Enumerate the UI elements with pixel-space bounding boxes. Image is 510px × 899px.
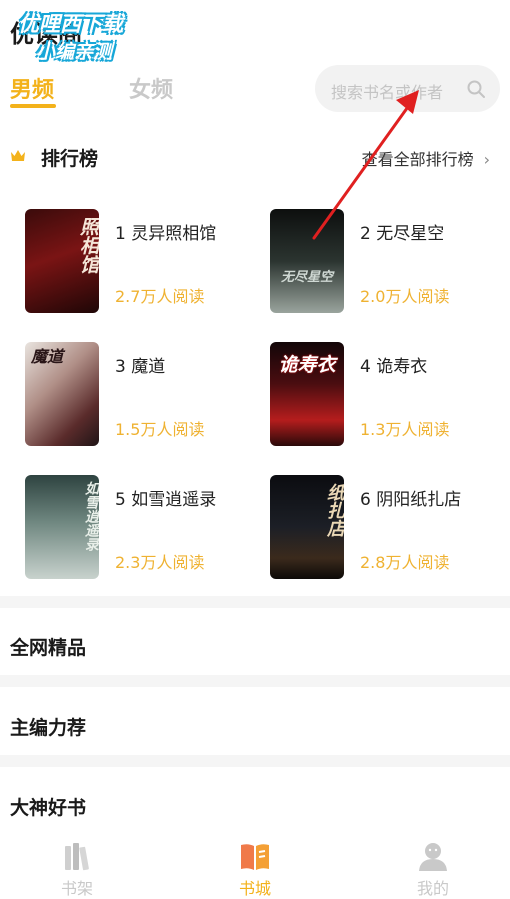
book-name[interactable]: 4 诡寿衣: [360, 352, 427, 377]
book-cover-title: 魔道: [31, 347, 64, 366]
watermark: 优哩西下载 小编亲测: [18, 8, 158, 64]
ranking-header: 排行榜 查看全部排行榜 ›: [10, 140, 490, 176]
book-cover[interactable]: 照相馆: [25, 209, 99, 313]
watermark-line-2: 小编亲测: [36, 41, 113, 63]
section-title-top-authors[interactable]: 大神好书: [10, 793, 86, 820]
book-item[interactable]: 照相馆 1 灵异照相馆 2.7万人阅读: [25, 209, 265, 319]
chevron-right-icon: ›: [483, 150, 490, 169]
book-cover-title: 如雪逍遥录: [83, 481, 99, 551]
book-reads: 2.3万人阅读: [115, 553, 205, 572]
ranking-title: 排行榜: [41, 148, 99, 170]
tab-male[interactable]: 男频: [10, 72, 54, 104]
bookstore-icon: [241, 844, 269, 870]
nav-bookstore[interactable]: 书城: [215, 840, 295, 899]
book-name[interactable]: 2 无尽星空: [360, 219, 444, 244]
book-reads: 2.7万人阅读: [115, 287, 205, 306]
book-name[interactable]: 6 阴阳纸扎店: [360, 485, 461, 510]
view-all-label: 查看全部排行榜: [361, 150, 474, 169]
book-reads: 1.5万人阅读: [115, 420, 205, 439]
book-cover[interactable]: 魔道: [25, 342, 99, 446]
section-divider: [0, 596, 510, 608]
book-cover[interactable]: 诡寿衣: [270, 342, 344, 446]
book-reads: 1.3万人阅读: [360, 420, 450, 439]
profile-icon: [419, 843, 447, 871]
view-all-rankings-link[interactable]: 查看全部排行榜 ›: [362, 146, 490, 170]
search-input[interactable]: 搜索书名或作者: [315, 65, 500, 112]
book-cover[interactable]: 无尽星空: [270, 209, 344, 313]
tab-active-indicator: [10, 104, 56, 108]
tab-female[interactable]: 女频: [129, 72, 173, 104]
section-divider: [0, 755, 510, 767]
book-cover-title: 无尽星空: [280, 270, 333, 285]
search-icon[interactable]: [466, 79, 486, 99]
nav-bookshelf-label: 书架: [60, 879, 93, 898]
section-divider: [0, 675, 510, 687]
book-cover-title: 纸扎店: [324, 483, 344, 537]
nav-bookstore-label: 书城: [238, 879, 271, 898]
book-item[interactable]: 无尽星空 2 无尽星空 2.0万人阅读: [270, 209, 510, 319]
book-name[interactable]: 1 灵异照相馆: [115, 219, 216, 244]
book-reads: 2.8万人阅读: [360, 553, 450, 572]
book-item[interactable]: 如雪逍遥录 5 如雪逍遥录 2.3万人阅读: [25, 475, 265, 585]
nav-bookshelf[interactable]: 书架: [37, 840, 117, 899]
crown-icon: [11, 150, 25, 161]
search-placeholder: 搜索书名或作者: [331, 83, 444, 102]
book-cover[interactable]: 纸扎店: [270, 475, 344, 579]
nav-profile[interactable]: 我的: [393, 840, 473, 899]
book-item[interactable]: 诡寿衣 4 诡寿衣 1.3万人阅读: [270, 342, 510, 452]
nav-profile-label: 我的: [416, 879, 449, 898]
book-item[interactable]: 纸扎店 6 阴阳纸扎店 2.8万人阅读: [270, 475, 510, 585]
section-title-premium[interactable]: 全网精品: [10, 633, 86, 660]
watermark-line-1: 优哩西下载: [18, 12, 123, 36]
book-reads: 2.0万人阅读: [360, 287, 450, 306]
book-cover-title: 诡寿衣: [278, 354, 336, 376]
book-name[interactable]: 3 魔道: [115, 352, 165, 377]
bookshelf-icon: [65, 843, 89, 871]
book-cover-title: 照相馆: [77, 217, 99, 274]
bottom-nav: 书架 书城 我的: [0, 836, 510, 899]
book-cover[interactable]: 如雪逍遥录: [25, 475, 99, 579]
book-name[interactable]: 5 如雪逍遥录: [115, 485, 216, 510]
section-title-editor-picks[interactable]: 主编力荐: [10, 713, 86, 740]
book-item[interactable]: 魔道 3 魔道 1.5万人阅读: [25, 342, 265, 452]
